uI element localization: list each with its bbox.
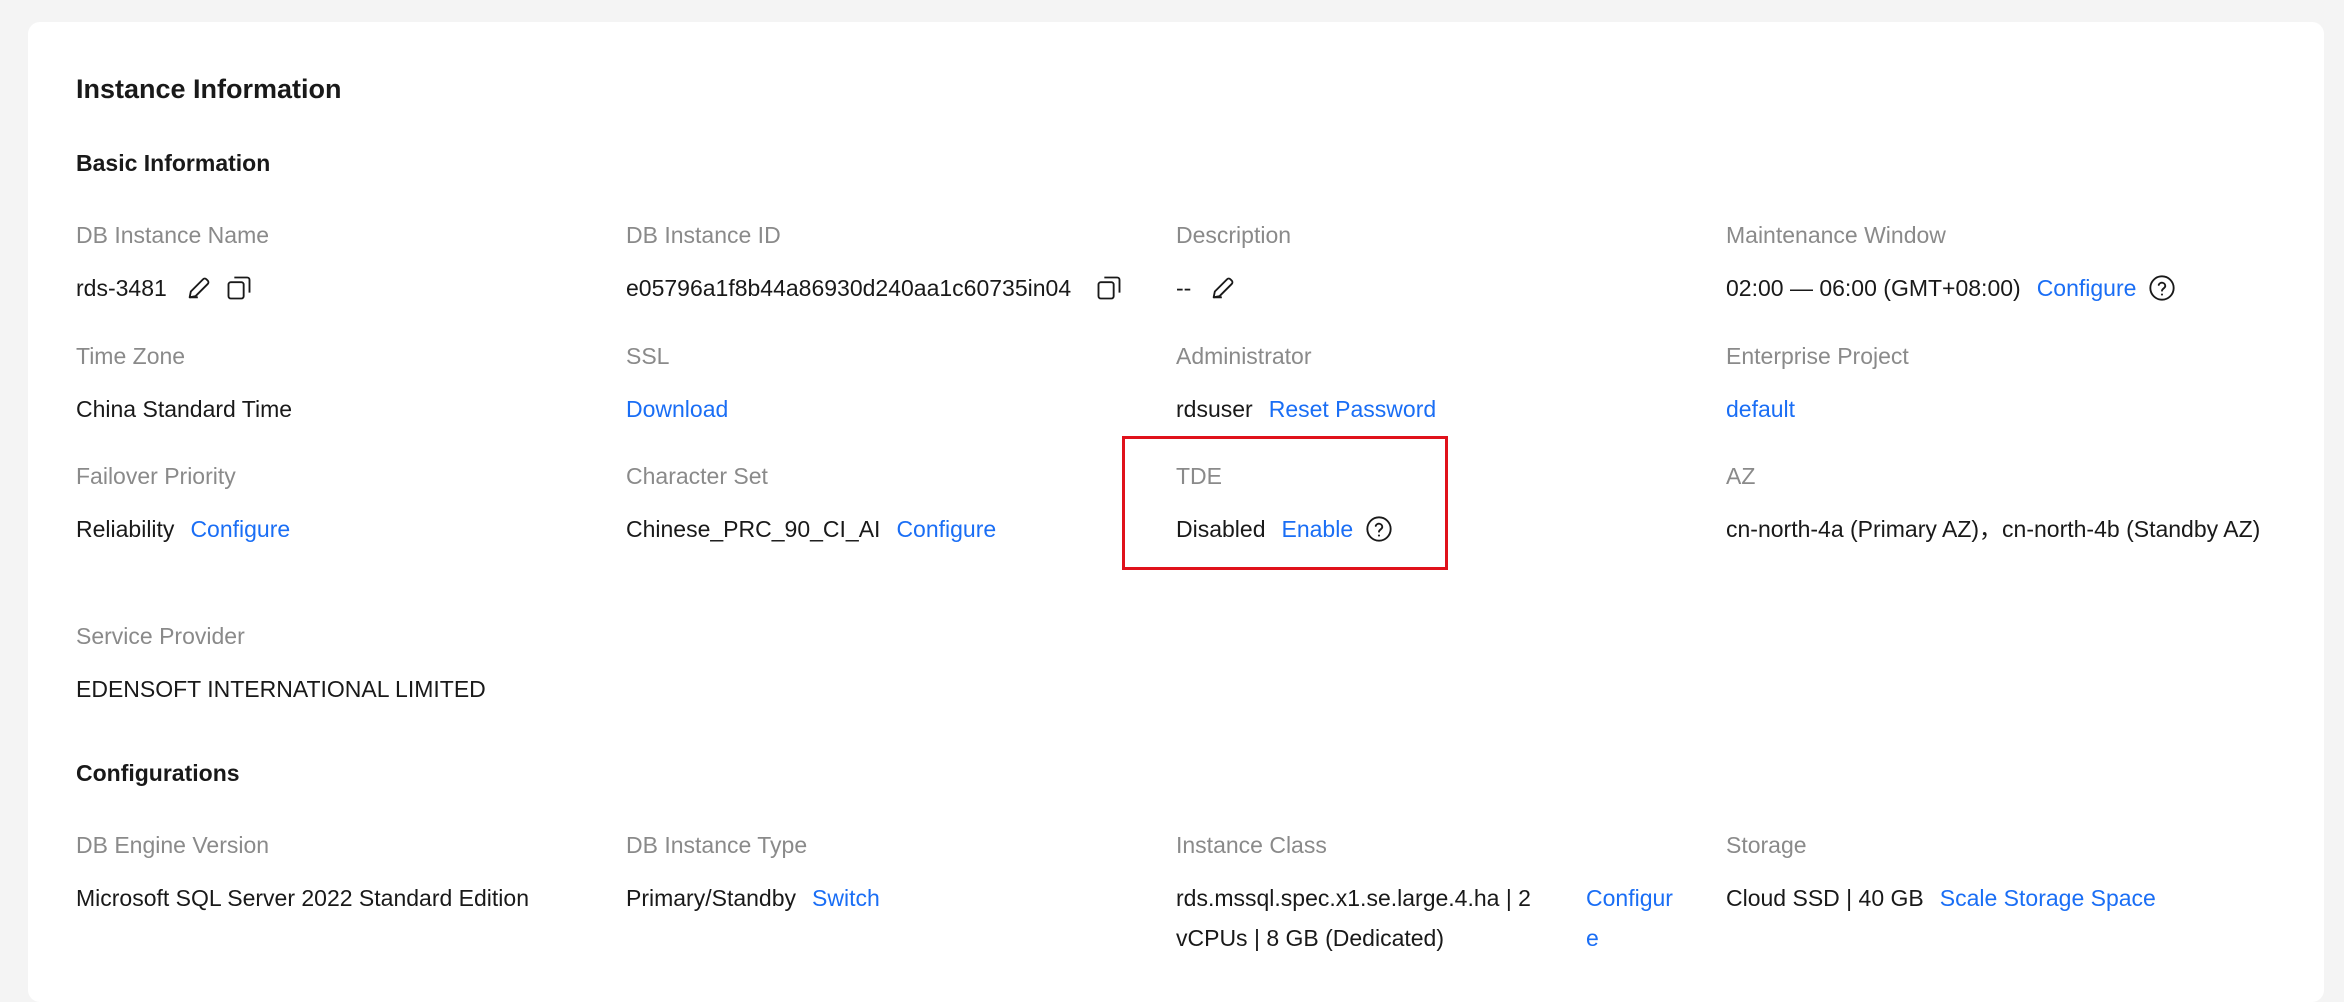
section-basic-information: Basic Information (76, 150, 271, 176)
failover-priority-value: Reliability (76, 516, 175, 542)
page-title: Instance Information (76, 74, 342, 104)
field-label: Enterprise Project (1726, 343, 1909, 369)
field-label: AZ (1726, 463, 1756, 489)
engine-version-value: Microsoft SQL Server 2022 Standard Editi… (76, 885, 529, 911)
storage-value: Cloud SSD | 40 GB (1726, 885, 1924, 911)
edit-icon[interactable] (1207, 272, 1239, 304)
field-label: Service Provider (76, 623, 245, 649)
character-set-value: Chinese_PRC_90_CI_AI (626, 516, 881, 542)
field-db-instance-name: DB Instance Name rds-3481 (76, 220, 269, 308)
field-storage: Storage Cloud SSD | 40 GB Scale Storage … (1726, 830, 2156, 918)
field-label: Failover Priority (76, 463, 236, 489)
maintenance-configure-link[interactable]: Configure (2037, 268, 2137, 308)
instance-class-configure-link[interactable]: Configure (1586, 878, 1678, 958)
edit-icon[interactable] (183, 272, 215, 304)
administrator-value: rdsuser (1176, 396, 1253, 422)
service-provider-value: EDENSOFT INTERNATIONAL LIMITED (76, 676, 486, 702)
field-az: AZ cn-north-4a (Primary AZ)，cn-north-4b … (1726, 461, 2266, 549)
field-label: Storage (1726, 832, 1807, 858)
field-label: Maintenance Window (1726, 222, 1946, 248)
description-value: -- (1176, 275, 1192, 301)
field-label: Time Zone (76, 343, 186, 369)
instance-class-value: rds.mssql.spec.x1.se.large.4.ha | 2 vCPU… (1176, 885, 1531, 951)
copy-icon[interactable] (1093, 272, 1125, 304)
failover-configure-link[interactable]: Configure (190, 509, 290, 549)
copy-icon[interactable] (223, 272, 255, 304)
section-configurations: Configurations (76, 760, 240, 786)
maintenance-window-value: 02:00 — 06:00 (GMT+08:00) (1726, 275, 2021, 301)
instance-name-value: rds-3481 (76, 275, 167, 301)
field-failover-priority: Failover Priority Reliability Configure (76, 461, 290, 549)
tde-highlight-box (1122, 436, 1448, 570)
instance-id-value: e05796a1f8b44a86930d240aa1c60735in04 (626, 275, 1072, 301)
field-ssl: SSL Download (626, 341, 728, 429)
field-label: DB Engine Version (76, 832, 270, 858)
field-enterprise-project: Enterprise Project default (1726, 341, 1909, 429)
field-label: SSL (626, 343, 670, 369)
field-db-engine-version: DB Engine Version Microsoft SQL Server 2… (76, 830, 529, 918)
field-instance-class: Instance Class rds.mssql.spec.x1.se.larg… (1176, 830, 1678, 958)
field-label: DB Instance Name (76, 222, 270, 248)
field-db-instance-id: DB Instance ID e05796a1f8b44a86930d240aa… (626, 220, 1125, 308)
field-character-set: Character Set Chinese_PRC_90_CI_AI Confi… (626, 461, 996, 549)
field-label: Character Set (626, 463, 768, 489)
instance-type-value: Primary/Standby (626, 885, 797, 911)
help-icon[interactable] (2146, 272, 2178, 304)
field-label: DB Instance Type (626, 832, 808, 858)
field-label: Description (1176, 222, 1292, 248)
az-value: cn-north-4a (Primary AZ)，cn-north-4b (St… (1726, 516, 2261, 542)
field-label: Instance Class (1176, 832, 1327, 858)
field-administrator: Administrator rdsuser Reset Password (1176, 341, 1436, 429)
field-db-instance-type: DB Instance Type Primary/Standby Switch (626, 830, 880, 918)
field-maintenance-window: Maintenance Window 02:00 — 06:00 (GMT+08… (1726, 220, 2178, 308)
charset-configure-link[interactable]: Configure (896, 509, 996, 549)
field-description: Description -- (1176, 220, 1291, 308)
field-service-provider: Service Provider EDENSOFT INTERNATIONAL … (76, 621, 486, 709)
field-label: DB Instance ID (626, 222, 781, 248)
reset-password-link[interactable]: Reset Password (1269, 389, 1436, 429)
field-label: Administrator (1176, 343, 1312, 369)
instance-type-switch-link[interactable]: Switch (812, 878, 880, 918)
time-zone-value: China Standard Time (76, 396, 293, 422)
ssl-download-link[interactable]: Download (626, 389, 728, 429)
field-time-zone: Time Zone China Standard Time (76, 341, 292, 429)
scale-storage-link[interactable]: Scale Storage Space (1940, 878, 2156, 918)
enterprise-project-link[interactable]: default (1726, 389, 1795, 429)
